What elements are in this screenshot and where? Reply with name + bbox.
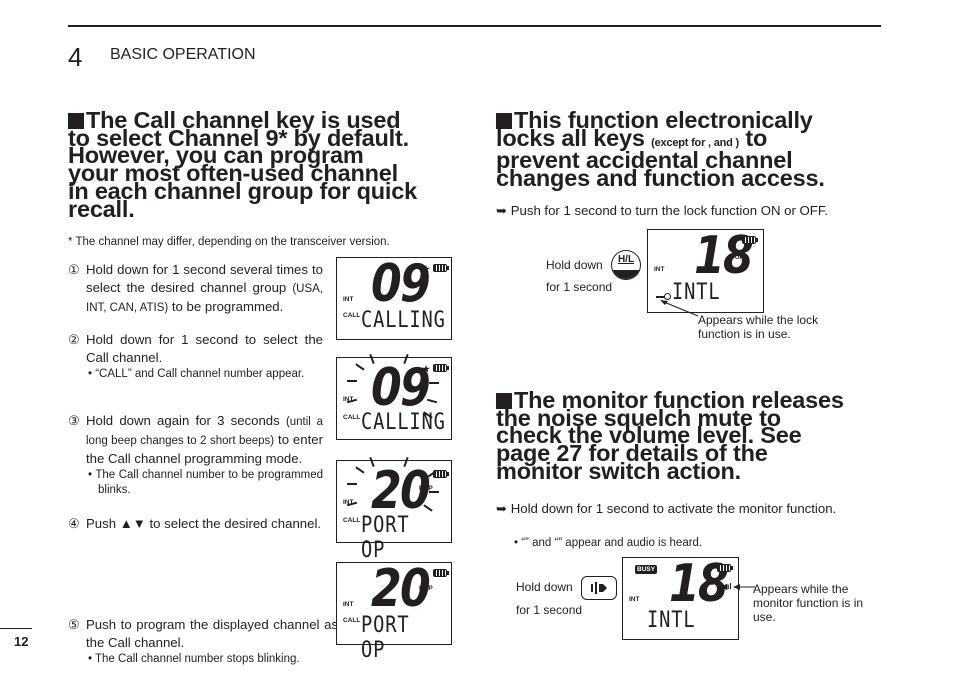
lcd-display-4: 20 DUP INT CALL PORT OP xyxy=(336,562,452,663)
lock-section-headline: This function electronically locks all k… xyxy=(496,107,825,192)
step-3: ③ Hold down again for 3 seconds (until a… xyxy=(68,413,323,496)
callout-arrow-icon xyxy=(733,584,755,590)
lcd-display-1: 09 ★ INT CALL CALLING xyxy=(336,257,452,340)
battery-icon xyxy=(433,264,449,272)
blink-ray xyxy=(347,483,357,485)
step-4: ④ Push ▲▼ to select the desired channel. xyxy=(68,516,322,531)
blink-ray xyxy=(429,382,439,384)
page-rule xyxy=(0,628,32,629)
monitor-lcd-display: BUSY 18 DUP ◀ıl INT INTL xyxy=(622,557,739,640)
blink-ray xyxy=(347,380,357,382)
monitor-bullet: • “” and “” appear and audio is heard. xyxy=(514,537,703,549)
monitor-instruction: ➥ Hold down for 1 second to activate the… xyxy=(496,501,837,516)
footnote: * The channel may differ, depending on t… xyxy=(68,236,390,248)
call-section-headline: The Call channel key is used to select C… xyxy=(68,107,417,222)
step-1: ① Hold down for 1 second several times t… xyxy=(68,262,323,314)
callout-arrow-icon xyxy=(660,300,699,317)
monitor-hold-duration: for 1 second xyxy=(516,603,583,617)
top-rule xyxy=(68,25,881,27)
monitor-section-headline: The monitor function releases the noise … xyxy=(496,387,844,484)
lock-instruction: ➥ Push for 1 second to turn the lock fun… xyxy=(496,203,829,218)
step-2: ② Hold down for 1 second to select the C… xyxy=(68,332,323,380)
chapter-number: 4 xyxy=(68,42,83,72)
step-5: ⑤ Push to program the displayed channel … xyxy=(68,617,338,665)
lock-callout: Appears while the lock function is in us… xyxy=(698,313,819,341)
blink-ray xyxy=(355,466,365,474)
battery-icon xyxy=(742,236,758,244)
lock-hold-label: Hold down xyxy=(546,258,603,272)
battery-icon xyxy=(433,569,449,577)
battery-icon xyxy=(717,564,733,572)
speaker-icon: ◀ıl xyxy=(721,582,732,591)
blink-ray xyxy=(429,491,439,493)
lock-hold-duration: for 1 second xyxy=(546,280,613,294)
monitor-callout: Appears while the monitor function is in… xyxy=(753,582,864,624)
lock-key-icon-ring xyxy=(664,293,671,300)
monitor-key-icon xyxy=(581,576,617,600)
chapter-title: BASIC OPERATION xyxy=(110,46,256,63)
monitor-hold-label: Hold down xyxy=(516,580,573,594)
blink-ray xyxy=(355,363,365,371)
page-number: 12 xyxy=(14,634,29,649)
lcd-display-2: 09 ★ INT CALL CALLING xyxy=(336,353,452,440)
lcd-display-3: 20 DUP INT CALL PORT OP xyxy=(336,456,452,563)
battery-icon xyxy=(433,364,449,372)
hl-lock-key-icon: H/L xyxy=(611,250,641,280)
